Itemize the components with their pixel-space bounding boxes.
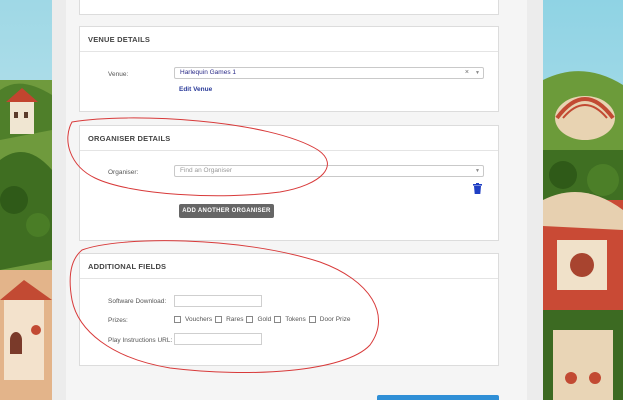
software-download-label: Software Download: — [108, 298, 167, 305]
gold-label: Gold — [257, 316, 272, 323]
additional-fields-heading: ADDITIONAL FIELDS — [80, 254, 498, 279]
tokens-label: Tokens — [285, 316, 306, 323]
trash-icon[interactable] — [473, 183, 482, 194]
gold-checkbox[interactable] — [246, 316, 254, 323]
rares-checkbox[interactable] — [215, 316, 223, 323]
edit-venue-link[interactable]: Edit Venue — [179, 86, 212, 93]
additional-fields-panel: ADDITIONAL FIELDS Software Download: Pri… — [79, 253, 499, 366]
venue-select-value: Harlequin Games 1 — [180, 69, 236, 76]
vouchers-checkbox[interactable] — [174, 316, 181, 323]
play-instructions-url-label: Play Instructions URL: — [108, 337, 173, 344]
organiser-select-placeholder: Find an Organiser — [180, 167, 233, 174]
vouchers-label: Vouchers — [185, 316, 213, 323]
prizes-options: Vouchers Rares Gold Tokens Door Prize — [174, 316, 351, 323]
right-decorative-artwork — [543, 0, 623, 400]
chevron-down-icon: ▼ — [475, 70, 480, 76]
add-another-organiser-button[interactable]: ADD ANOTHER ORGANISER — [179, 204, 274, 218]
venue-select[interactable]: Harlequin Games 1 × ▼ — [174, 67, 484, 79]
organiser-label: Organiser: — [108, 169, 139, 176]
organiser-select[interactable]: Find an Organiser ▼ — [174, 165, 484, 177]
door-prize-label: Door Prize — [319, 316, 351, 323]
rares-label: Rares — [226, 316, 244, 323]
left-decorative-artwork — [0, 0, 52, 400]
play-instructions-url-input[interactable] — [174, 333, 262, 345]
tokens-checkbox[interactable] — [274, 316, 282, 323]
door-prize-checkbox[interactable] — [308, 316, 316, 323]
organiser-details-panel: ORGANISER DETAILS Organiser: Find an Org… — [79, 125, 499, 241]
clear-selection-icon[interactable]: × — [465, 68, 469, 78]
venue-label: Venue: — [108, 71, 129, 78]
software-download-input[interactable] — [174, 295, 262, 307]
venue-details-heading: VENUE DETAILS — [80, 27, 498, 52]
previous-section-panel — [79, 0, 499, 15]
venue-details-panel: VENUE DETAILS Venue: Harlequin Games 1 ×… — [79, 26, 499, 112]
organiser-details-heading: ORGANISER DETAILS — [80, 126, 498, 151]
chevron-down-icon: ▼ — [475, 168, 480, 174]
primary-action-button[interactable] — [377, 395, 499, 400]
prizes-label: Prizes: — [108, 317, 128, 324]
